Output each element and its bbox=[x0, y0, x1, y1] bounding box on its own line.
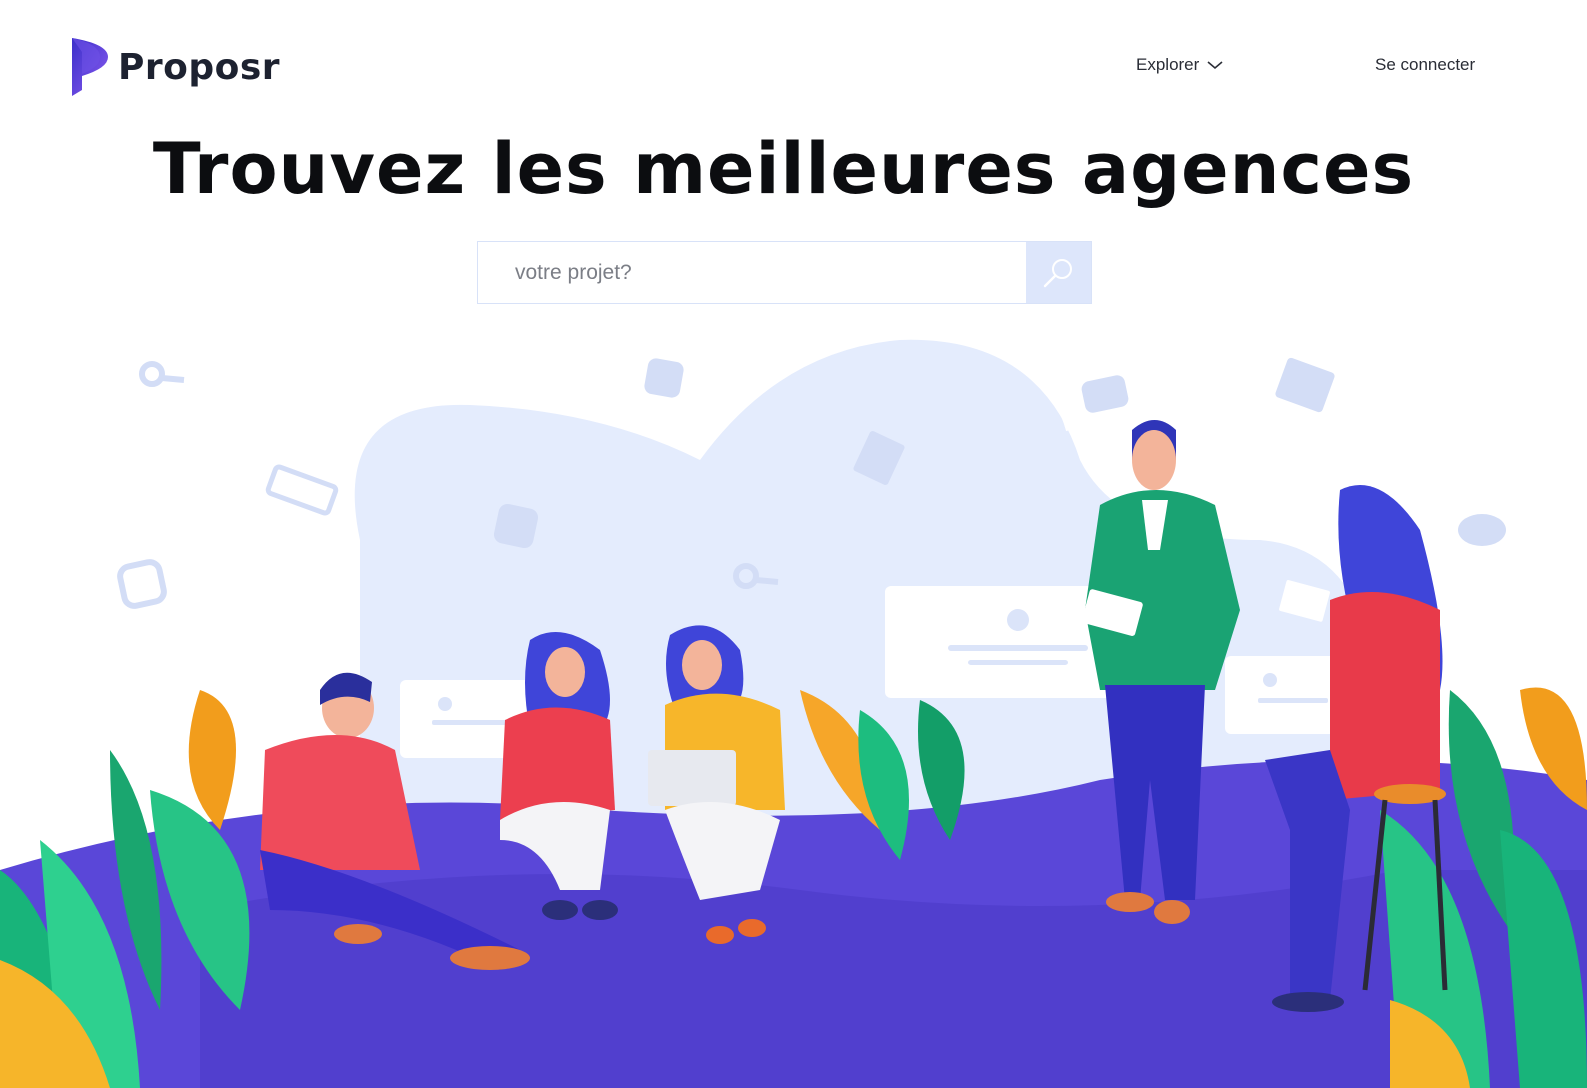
brand-name: Proposr bbox=[118, 46, 281, 88]
hero-illustration bbox=[0, 325, 1587, 1088]
youtube-icon bbox=[1081, 375, 1129, 413]
logo-icon bbox=[72, 38, 108, 96]
facebook-icon bbox=[644, 358, 684, 398]
page-title: Trouvez les meilleures agences bbox=[152, 128, 1415, 210]
clapperboard-icon bbox=[1275, 357, 1335, 413]
search-button[interactable] bbox=[1026, 242, 1091, 303]
login-link[interactable]: Se connecter bbox=[1375, 55, 1475, 75]
instagram-icon bbox=[117, 559, 167, 609]
search-bar bbox=[477, 241, 1092, 304]
logo[interactable]: Proposr bbox=[70, 38, 280, 96]
twitter-icon bbox=[493, 503, 539, 549]
chevron-down-icon bbox=[1207, 61, 1223, 70]
search-input[interactable] bbox=[478, 242, 1026, 303]
explore-menu[interactable]: Explorer bbox=[1136, 55, 1223, 75]
chat-bubble-icon bbox=[1458, 514, 1506, 546]
search-icon bbox=[1043, 258, 1072, 287]
header: Proposr Explorer Se connecter bbox=[0, 0, 1587, 120]
explore-label: Explorer bbox=[1136, 55, 1200, 74]
